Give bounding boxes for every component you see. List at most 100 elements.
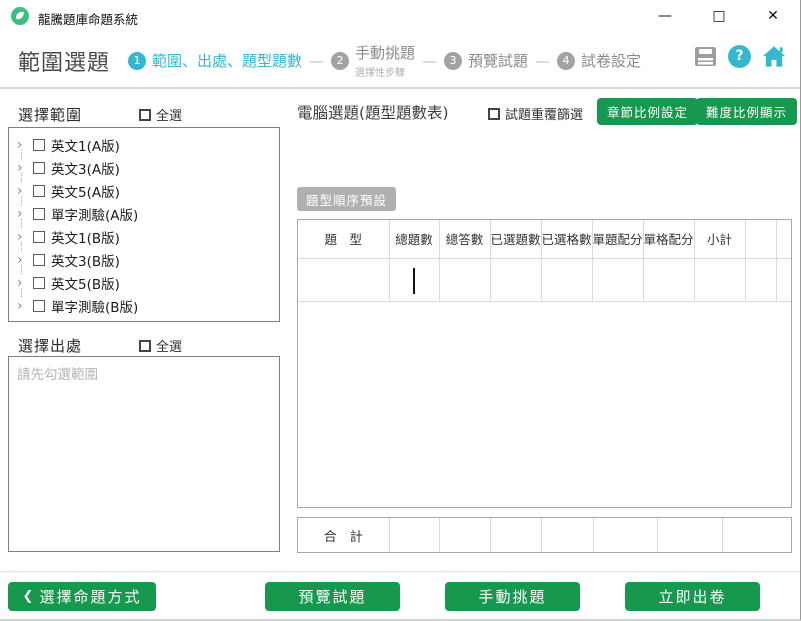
duplicate-filter-label: 試題重覆篩選 [505, 104, 583, 123]
col-header-points-per-question: 單題配分 [592, 220, 643, 258]
manual-pick-button[interactable]: 手動挑題 [445, 582, 580, 611]
range-tree-item[interactable]: › 單字測驗(B版) [11, 294, 277, 317]
expand-chevron-icon[interactable]: › [17, 276, 31, 290]
source-section-header: 選擇出處 全選 [18, 335, 182, 356]
range-item-label: 英文5(B版) [51, 273, 120, 293]
expand-chevron-icon[interactable]: › [17, 253, 31, 267]
step-2-manual-pick[interactable]: 2 手動挑題 選擇性步驟 [331, 42, 415, 79]
expand-chevron-icon[interactable]: › [17, 230, 31, 244]
step-2-label: 手動挑題 [355, 42, 415, 63]
step-2-sublabel: 選擇性步驟 [355, 64, 415, 79]
text-cursor [413, 268, 415, 294]
chevron-left-icon: ❮ [23, 589, 34, 604]
home-icon[interactable] [762, 44, 786, 68]
back-to-mode-button[interactable]: ❮ 選擇命題方式 [8, 582, 156, 611]
range-tree-item[interactable]: › 英文3(B版) [11, 248, 277, 271]
range-item-checkbox[interactable] [33, 300, 45, 312]
totals-cell [722, 518, 791, 552]
source-select-all-checkbox[interactable] [139, 340, 151, 352]
difficulty-ratio-button[interactable]: 難度比例顯示 [696, 98, 797, 125]
titlebar: 龍騰題庫命題系統 — □ ✕ [0, 0, 800, 32]
totals-cell [657, 518, 722, 552]
cell-empty [776, 258, 791, 301]
range-tree-item[interactable]: › 英文5(A版) [11, 179, 277, 202]
col-header-selected-questions: 已選題數 [490, 220, 541, 258]
col-header-empty [745, 220, 776, 258]
step-separator: — [309, 52, 324, 70]
maximize-button[interactable]: □ [692, 0, 746, 32]
step-4-label: 試卷設定 [581, 50, 641, 71]
app-logo-icon [11, 7, 29, 25]
step-3-label: 預覽試題 [468, 50, 528, 71]
footer-divider [0, 571, 800, 572]
step-separator: — [422, 52, 437, 70]
close-button[interactable]: ✕ [746, 0, 800, 32]
save-icon[interactable] [693, 44, 717, 68]
step-1-range[interactable]: 1 範圍、出處、題型題數 [128, 50, 302, 71]
cell-total-answers[interactable] [439, 258, 490, 301]
expand-chevron-icon[interactable]: › [17, 184, 31, 198]
cell-points-per-blank[interactable] [643, 258, 694, 301]
step-separator: — [535, 52, 550, 70]
minimize-button[interactable]: — [638, 0, 692, 32]
step-1-label: 範圍、出處、題型題數 [152, 50, 302, 71]
range-tree-item[interactable]: › 英文3(A版) [11, 156, 277, 179]
range-select-all-checkbox[interactable] [139, 109, 151, 121]
range-item-checkbox[interactable] [33, 139, 45, 151]
step-4-paper-settings[interactable]: 4 試卷設定 [557, 50, 641, 71]
chapter-ratio-button[interactable]: 章節比例設定 [597, 98, 698, 125]
range-tree-item[interactable]: › 英文1(B版) [11, 225, 277, 248]
range-item-checkbox[interactable] [33, 277, 45, 289]
step-3-number: 3 [444, 52, 462, 70]
step-1-number: 1 [128, 52, 146, 70]
source-section-title: 選擇出處 [18, 335, 82, 356]
range-item-checkbox[interactable] [33, 185, 45, 197]
table-header-row: 題 型 總題數 總答數 已選題數 已選格數 單題配分 單格配分 小計 [298, 220, 791, 258]
totals-cell [593, 518, 657, 552]
expand-chevron-icon[interactable]: › [17, 299, 31, 313]
duplicate-filter: 試題重覆篩選 [488, 104, 583, 123]
range-item-checkbox[interactable] [33, 254, 45, 266]
expand-chevron-icon[interactable]: › [17, 161, 31, 175]
cell-selected-questions[interactable] [490, 258, 541, 301]
step-wizard: 1 範圍、出處、題型題數 — 2 手動挑題 選擇性步驟 — 3 預覽試題 — 4… [128, 32, 641, 89]
cell-total-questions[interactable] [389, 258, 439, 301]
range-item-label: 英文1(B版) [51, 227, 120, 247]
totals-cell [389, 518, 439, 552]
col-header-subtotal: 小計 [694, 220, 745, 258]
col-header-total-questions: 總題數 [389, 220, 439, 258]
range-item-label: 英文5(A版) [51, 181, 120, 201]
window-controls: — □ ✕ [638, 0, 800, 32]
cell-points-per-question[interactable] [592, 258, 643, 301]
range-tree-item[interactable]: › 單字測驗(A版) [11, 202, 277, 225]
range-section-header: 選擇範圍 全選 [18, 104, 182, 125]
source-placeholder: 請先勾選範圍 [17, 367, 98, 383]
cell-selected-blanks[interactable] [541, 258, 592, 301]
totals-table: 合 計 [297, 517, 792, 553]
generate-paper-button[interactable]: 立即出卷 [625, 582, 760, 611]
duplicate-filter-checkbox[interactable] [488, 108, 500, 120]
range-item-checkbox[interactable] [33, 208, 45, 220]
step-3-preview[interactable]: 3 預覽試題 [444, 50, 528, 71]
col-header-empty [776, 220, 791, 258]
type-order-preset-button[interactable]: 題型順序預設 [297, 187, 396, 211]
range-tree: › 英文1(A版) › 英文3(A版) › 英文5(A版) › 單字測驗(A版)… [8, 127, 280, 322]
totals-cell [490, 518, 541, 552]
range-item-checkbox[interactable] [33, 162, 45, 174]
question-type-table: 題 型 總題數 總答數 已選題數 已選格數 單題配分 單格配分 小計 [297, 219, 792, 508]
preview-questions-button[interactable]: 預覽試題 [265, 582, 400, 611]
range-select-all-label: 全選 [156, 105, 182, 124]
step-4-number: 4 [557, 52, 575, 70]
range-item-label: 單字測驗(A版) [51, 204, 138, 224]
range-tree-item[interactable]: › 英文1(A版) [11, 133, 277, 156]
source-list: 請先勾選範圍 [8, 356, 280, 552]
window-title: 龍騰題庫命題系統 [38, 9, 138, 28]
range-tree-item[interactable]: › 英文5(B版) [11, 271, 277, 294]
cell-question-type[interactable] [298, 258, 389, 301]
help-icon[interactable]: ? [728, 45, 751, 68]
range-item-checkbox[interactable] [33, 231, 45, 243]
expand-chevron-icon[interactable]: › [17, 138, 31, 152]
cell-subtotal[interactable] [694, 258, 745, 301]
col-header-points-per-blank: 單格配分 [643, 220, 694, 258]
expand-chevron-icon[interactable]: › [17, 207, 31, 221]
